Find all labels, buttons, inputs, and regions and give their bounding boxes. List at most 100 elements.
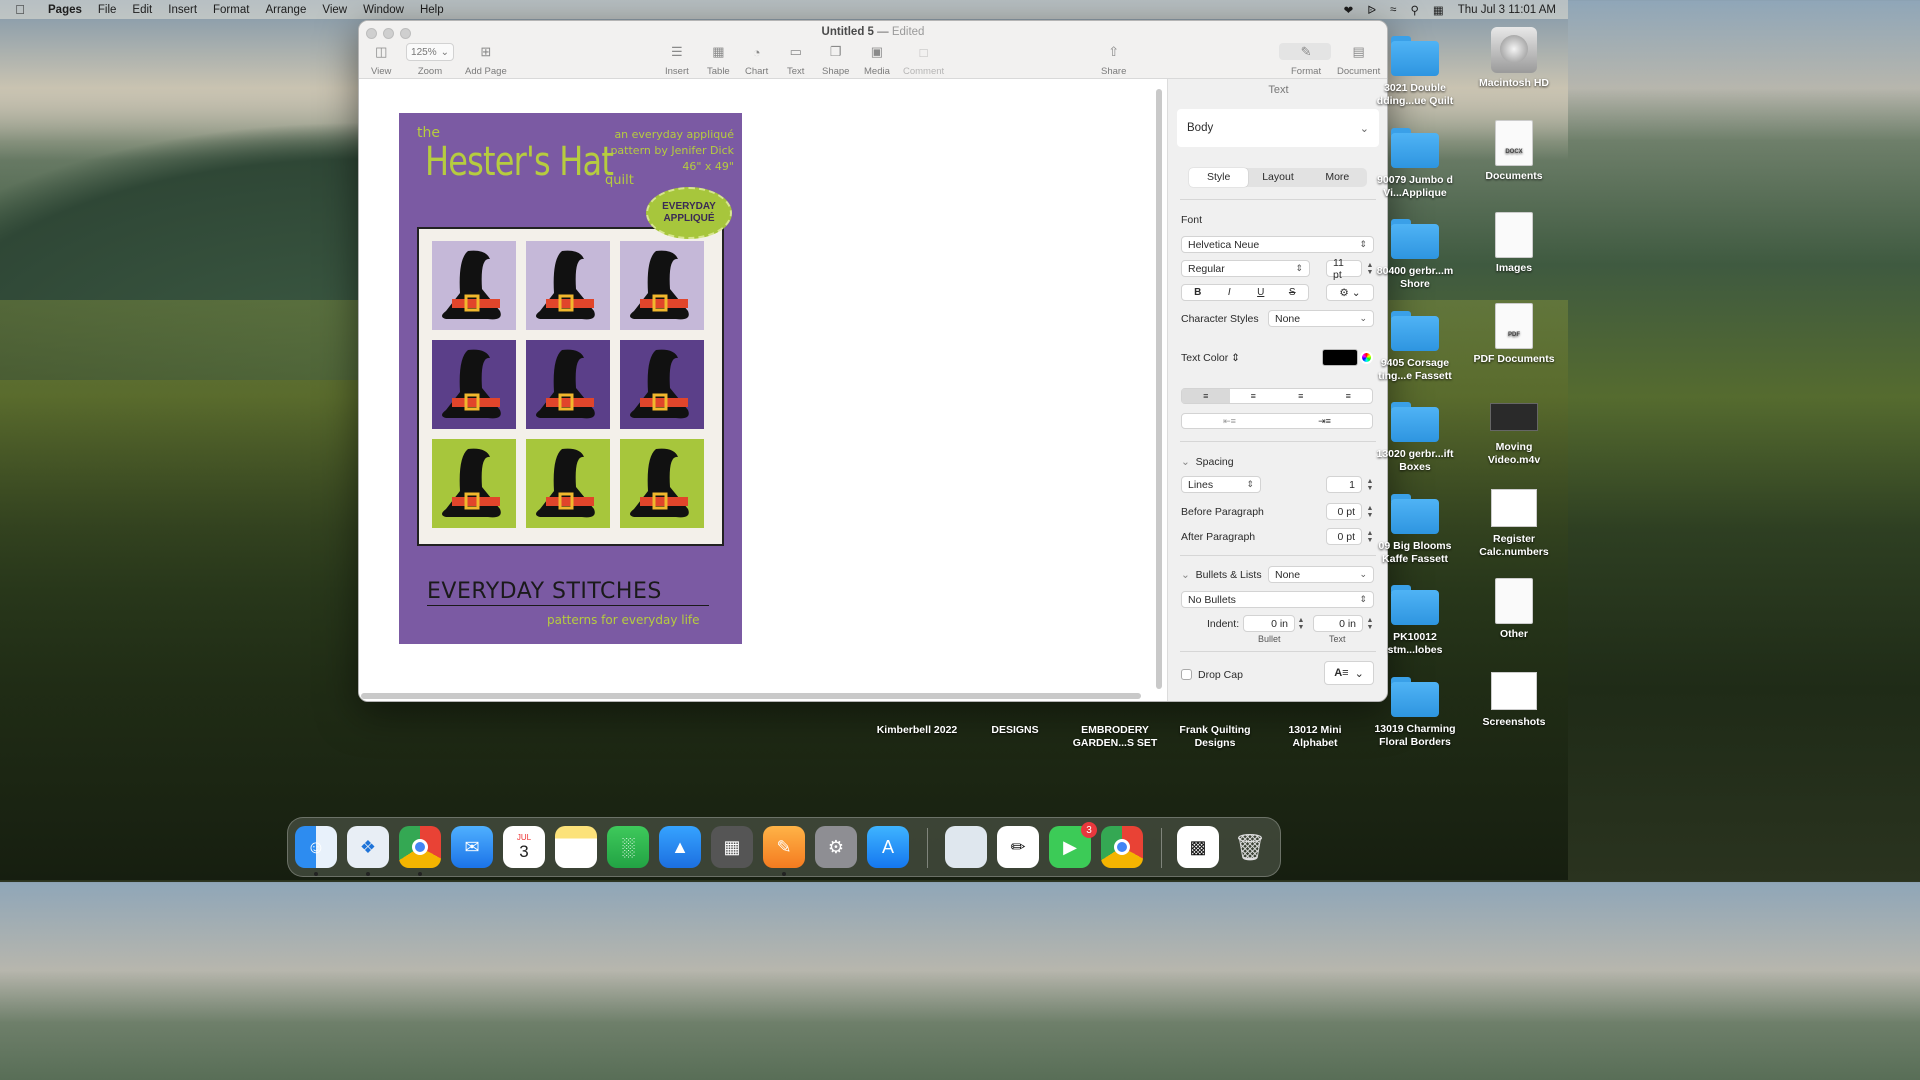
zoom-select[interactable]: 125% ⌄ bbox=[406, 43, 454, 61]
app-store-icon[interactable]: A bbox=[867, 826, 909, 868]
bullets-section[interactable]: ⌄ Bullets & Lists bbox=[1181, 569, 1262, 581]
desktop-folder[interactable]: PK10012 stm...lobes bbox=[1370, 585, 1460, 657]
trash-icon[interactable]: 🗑 bbox=[1229, 826, 1271, 868]
desktop-icon-other[interactable]: Other bbox=[1469, 578, 1559, 641]
pages-icon[interactable]: ✎ bbox=[763, 826, 805, 868]
desktop-folder[interactable]: 3021 Double dding...ue Quilt bbox=[1370, 36, 1460, 108]
desktop-icon-register-calc[interactable]: Register Calc.numbers bbox=[1469, 489, 1559, 559]
qr-code-icon[interactable]: ▩ bbox=[1177, 826, 1219, 868]
numbers-icon[interactable]: ░ bbox=[607, 826, 649, 868]
advanced-options-button[interactable]: ⚙ ⌄ bbox=[1326, 284, 1374, 301]
increase-indent-button[interactable]: ⇥≡ bbox=[1277, 414, 1372, 428]
desktop-folder[interactable]: 9405 Corsage ting...e Fassett bbox=[1370, 311, 1460, 383]
calculator-icon[interactable]: ▦ bbox=[711, 826, 753, 868]
desktop-folder[interactable]: 09 Big Blooms Kaffe Fassett bbox=[1370, 494, 1460, 566]
toolbar-insert[interactable]: ☰ Insert bbox=[665, 43, 689, 77]
tab-more[interactable]: More bbox=[1308, 168, 1367, 187]
desktop-folder[interactable]: 90079 Jumbo d Vi...Applique bbox=[1370, 128, 1460, 200]
chrome-icon[interactable] bbox=[1101, 826, 1143, 868]
toolbar-table[interactable]: ▦ Table bbox=[707, 43, 730, 77]
bullet-indent-field[interactable]: 0 in bbox=[1243, 615, 1295, 632]
italic-button[interactable]: I bbox=[1214, 285, 1246, 300]
menu-help[interactable]: Help bbox=[412, 4, 452, 16]
decrease-indent-button[interactable]: ⇤≡ bbox=[1182, 414, 1277, 428]
align-right-button[interactable]: ≡ bbox=[1277, 389, 1325, 403]
strikethrough-button[interactable]: S bbox=[1277, 285, 1309, 300]
underline-button[interactable]: U bbox=[1245, 285, 1277, 300]
text-color-well[interactable] bbox=[1322, 349, 1358, 366]
toolbar-shape[interactable]: ❐ Shape bbox=[822, 43, 849, 77]
pen-tool-icon[interactable]: ✏ bbox=[997, 826, 1039, 868]
document-title[interactable]: Untitled 5 bbox=[822, 26, 874, 38]
safari-icon[interactable]: ❖ bbox=[347, 826, 389, 868]
desktop-folder[interactable]: 13019 Charming Floral Borders bbox=[1370, 677, 1460, 749]
toolbar-add-page[interactable]: ⊞ Add Page bbox=[465, 43, 507, 77]
desktop-icon-pdf-documents[interactable]: PDF PDF Documents bbox=[1469, 303, 1559, 366]
calendar-icon[interactable]: JUL 3 bbox=[503, 826, 545, 868]
control-center-icon[interactable]: ▦ bbox=[1433, 3, 1444, 17]
spacing-mode-select[interactable]: Lines ⇕ bbox=[1181, 476, 1261, 493]
bullet-type-select[interactable]: No Bullets ⇕ bbox=[1181, 591, 1374, 608]
drop-cap-style-button[interactable]: A≡ ⌄ bbox=[1324, 661, 1374, 685]
font-size-field[interactable]: 11 pt bbox=[1326, 257, 1362, 281]
desktop-folder[interactable]: 80400 gerbr...m Shore bbox=[1370, 219, 1460, 291]
align-left-button[interactable]: ≡ bbox=[1182, 389, 1230, 403]
facetime-icon[interactable]: ▶ 3 bbox=[1049, 822, 1097, 868]
before-paragraph-field[interactable]: 0 pt bbox=[1326, 503, 1362, 520]
toolbar-text[interactable]: ▭ Text bbox=[787, 43, 804, 77]
menu-clock[interactable]: Thu Jul 3 11:01 AM bbox=[1458, 4, 1556, 16]
text-indent-field[interactable]: 0 in bbox=[1313, 615, 1363, 632]
desktop-icon-macintosh-hd[interactable]: Macintosh HD bbox=[1469, 27, 1559, 90]
toolbar-media[interactable]: ▣ Media bbox=[864, 43, 890, 77]
menu-arrange[interactable]: Arrange bbox=[257, 4, 314, 16]
paragraph-style-select[interactable]: Body ⌄ bbox=[1177, 109, 1379, 147]
desktop-folder[interactable]: EMBRODERY GARDEN...S SET bbox=[1070, 704, 1160, 750]
apple-menu-icon[interactable]:  bbox=[0, 2, 40, 17]
toolbar-zoom[interactable]: 125% ⌄ Zoom bbox=[406, 43, 454, 77]
line-spacing-stepper[interactable]: ▲ ▼ bbox=[1366, 478, 1374, 492]
text-color-label[interactable]: Text Color ⇕ bbox=[1181, 352, 1240, 364]
status-heart-icon[interactable]: ❤ bbox=[1344, 3, 1354, 17]
bluetooth-icon[interactable]: ᐉ bbox=[1367, 3, 1376, 17]
align-center-button[interactable]: ≡ bbox=[1230, 389, 1278, 403]
chrome-icon[interactable] bbox=[399, 826, 441, 868]
character-styles-select[interactable]: None ⌄ bbox=[1268, 310, 1374, 327]
toolbar-view[interactable]: ◫ View bbox=[371, 43, 391, 77]
notes-icon[interactable] bbox=[555, 826, 597, 868]
desktop-icon-documents[interactable]: DOCX Documents bbox=[1469, 120, 1559, 183]
tab-style[interactable]: Style bbox=[1189, 168, 1249, 187]
desktop-folder[interactable]: DESIGNS bbox=[970, 704, 1060, 737]
tab-layout[interactable]: Layout bbox=[1248, 168, 1307, 187]
finder-icon[interactable]: ☺ bbox=[295, 826, 337, 868]
menu-window[interactable]: Window bbox=[355, 4, 412, 16]
search-icon[interactable]: ⚲ bbox=[1410, 3, 1418, 17]
settings-gear-icon[interactable]: ⚙ bbox=[815, 826, 857, 868]
bold-button[interactable]: B bbox=[1182, 285, 1214, 300]
keynote-icon[interactable]: ▲ bbox=[659, 826, 701, 868]
desktop-icon-moving-video[interactable]: Moving Video.m4v bbox=[1469, 397, 1559, 467]
menu-insert[interactable]: Insert bbox=[160, 4, 205, 16]
desktop-folder[interactable]: Frank Quilting Designs bbox=[1170, 704, 1260, 750]
desktop-icon-images[interactable]: Images bbox=[1469, 212, 1559, 275]
desktop-folder[interactable]: Kimberbell 2022 bbox=[872, 704, 962, 737]
horizontal-scrollbar[interactable] bbox=[361, 693, 1141, 699]
desktop-folder[interactable]: 13012 Mini Alphabet bbox=[1270, 704, 1360, 750]
wifi-icon[interactable]: ≈ bbox=[1390, 4, 1396, 16]
poster-image[interactable]: the Hester's Hat quilt an everyday appli… bbox=[399, 113, 742, 644]
toolbar-chart[interactable]: ◔ Chart bbox=[745, 43, 768, 78]
menu-app-name[interactable]: Pages bbox=[40, 4, 90, 16]
vertical-scrollbar[interactable] bbox=[1156, 89, 1162, 689]
after-paragraph-field[interactable]: 0 pt bbox=[1326, 528, 1362, 545]
font-family-select[interactable]: Helvetica Neue ⇕ bbox=[1181, 236, 1374, 253]
justify-button[interactable]: ≡ bbox=[1325, 389, 1373, 403]
spacing-section[interactable]: ⌄ Spacing bbox=[1181, 456, 1234, 468]
menu-format[interactable]: Format bbox=[205, 4, 257, 16]
menu-edit[interactable]: Edit bbox=[124, 4, 160, 16]
document-canvas[interactable]: the Hester's Hat quilt an everyday appli… bbox=[359, 79, 1167, 701]
menu-view[interactable]: View bbox=[314, 4, 355, 16]
toolbar-comment[interactable]: □ Comment bbox=[903, 43, 944, 78]
drop-cap-checkbox[interactable] bbox=[1181, 669, 1192, 680]
preview-icon[interactable] bbox=[945, 826, 987, 868]
line-spacing-field[interactable]: 1 bbox=[1326, 476, 1362, 493]
desktop-folder[interactable]: 13020 gerbr...ift Boxes bbox=[1370, 402, 1460, 474]
